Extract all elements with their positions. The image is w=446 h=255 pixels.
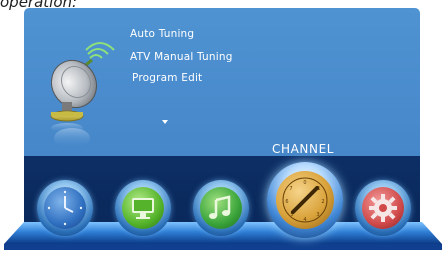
settings-menu-button[interactable]	[355, 180, 411, 236]
channel-menu-button[interactable]: 0 1 2 3 4 5 6 7	[267, 162, 343, 238]
svg-text:2: 2	[321, 199, 324, 205]
svg-text:7: 7	[289, 186, 292, 192]
menu-item-auto-tuning[interactable]: Auto Tuning	[130, 28, 194, 40]
music-icon	[209, 195, 231, 219]
svg-text:4: 4	[303, 217, 306, 223]
picture-menu-button[interactable]	[115, 180, 171, 236]
sound-menu-button[interactable]	[193, 180, 249, 236]
menu-panel: Auto Tuning ATV Manual Tuning Program Ed…	[24, 8, 420, 156]
menu-item-program-edit[interactable]: Program Edit	[132, 72, 202, 84]
picture-icon	[132, 198, 154, 219]
clock-icon	[47, 190, 83, 226]
scroll-down-arrow-icon[interactable]	[162, 120, 168, 124]
menu-item-atv-manual-tuning[interactable]: ATV Manual Tuning	[130, 51, 233, 63]
section-title: CHANNEL	[272, 142, 335, 156]
svg-text:3: 3	[316, 212, 319, 218]
svg-text:0: 0	[303, 180, 306, 186]
settings-icon	[369, 194, 397, 222]
tv-menu-screen: operation: Auto Tuning ATV Manual Tuning…	[0, 0, 446, 255]
svg-text:6: 6	[285, 199, 288, 205]
satellite-dish-icon	[36, 38, 116, 148]
channel-dial-icon: 0 1 2 3 4 5 6 7	[282, 177, 328, 223]
clock-menu-button[interactable]	[37, 180, 93, 236]
